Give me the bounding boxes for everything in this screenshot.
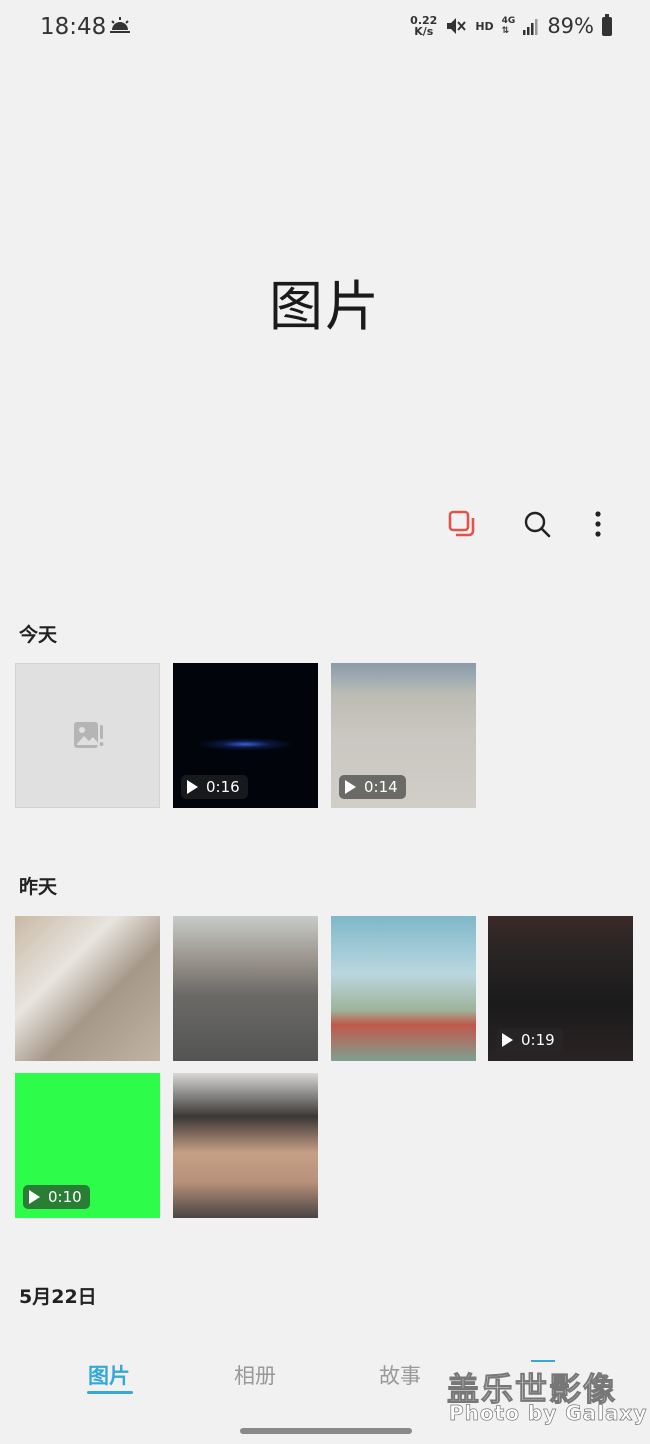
tab-pictures-indicator — [87, 1391, 133, 1394]
more-options-button[interactable] — [580, 506, 616, 542]
play-icon — [187, 780, 198, 794]
network-speed-unit: K/s — [414, 25, 434, 38]
network-arrows-icon: ⇅ — [501, 26, 510, 36]
thumbnail-broken-image[interactable] — [15, 663, 160, 808]
select-multiple-icon — [448, 510, 475, 537]
page-title: 图片 — [269, 275, 381, 338]
video-duration-badge: 0:19 — [496, 1028, 563, 1052]
network-speed: 0.22 K/s — [410, 15, 437, 37]
play-icon — [345, 780, 356, 794]
section-label-today: 今天 — [19, 624, 58, 646]
thumbnail-photo-selfie[interactable] — [173, 1073, 318, 1218]
status-time: 18:48 — [40, 14, 107, 40]
battery-icon — [602, 13, 612, 36]
video-duration: 0:14 — [364, 778, 398, 796]
thumbnail-photo-street[interactable] — [173, 916, 318, 1061]
battery-percent: 89% — [547, 14, 594, 38]
thumbnail-video-green[interactable]: 0:10 — [15, 1073, 160, 1218]
network-type: 4G ⇅ — [502, 16, 516, 36]
section-label-yesterday: 昨天 — [19, 876, 58, 898]
search-button[interactable] — [519, 506, 555, 542]
tab-albums[interactable]: 相册 — [234, 1360, 276, 1390]
thumbnail-photo-table[interactable] — [15, 916, 160, 1061]
video-duration: 0:10 — [48, 1188, 82, 1206]
broken-image-icon — [74, 722, 104, 748]
thumbnail-video-dark-blue[interactable]: 0:16 — [173, 663, 318, 808]
thumbnail-photo-building[interactable] — [331, 916, 476, 1061]
thumbnail-video-editor[interactable]: 0:19 — [488, 916, 633, 1061]
play-icon — [29, 1190, 40, 1204]
search-icon — [524, 511, 551, 538]
tab-pictures[interactable]: 图片 — [88, 1360, 130, 1390]
section-label-may-22: 5月22日 — [19, 1286, 97, 1308]
select-mode-button[interactable] — [444, 506, 480, 542]
home-indicator[interactable] — [240, 1428, 412, 1434]
thumbnail-video-rooftop[interactable]: 0:14 — [331, 663, 476, 808]
network-type-label: 4G — [501, 16, 516, 26]
hd-indicator: HD — [475, 19, 494, 33]
video-duration-badge: 0:14 — [339, 775, 406, 799]
watermark-english: Photo by Galaxy — [449, 1401, 648, 1426]
video-duration-badge: 0:16 — [181, 775, 248, 799]
status-bar: 18:48 0.22 K/s HD 4G ⇅ 89% — [0, 0, 650, 56]
video-duration-badge: 0:10 — [23, 1185, 90, 1209]
mute-icon — [447, 18, 467, 34]
video-duration: 0:16 — [206, 778, 240, 796]
video-duration: 0:19 — [521, 1031, 555, 1049]
tab-sharing-indicator — [531, 1360, 555, 1362]
play-icon — [502, 1033, 513, 1047]
more-vertical-icon — [595, 511, 601, 537]
tab-stories[interactable]: 故事 — [379, 1360, 421, 1390]
weather-icon — [110, 17, 130, 33]
signal-icon — [523, 19, 538, 35]
